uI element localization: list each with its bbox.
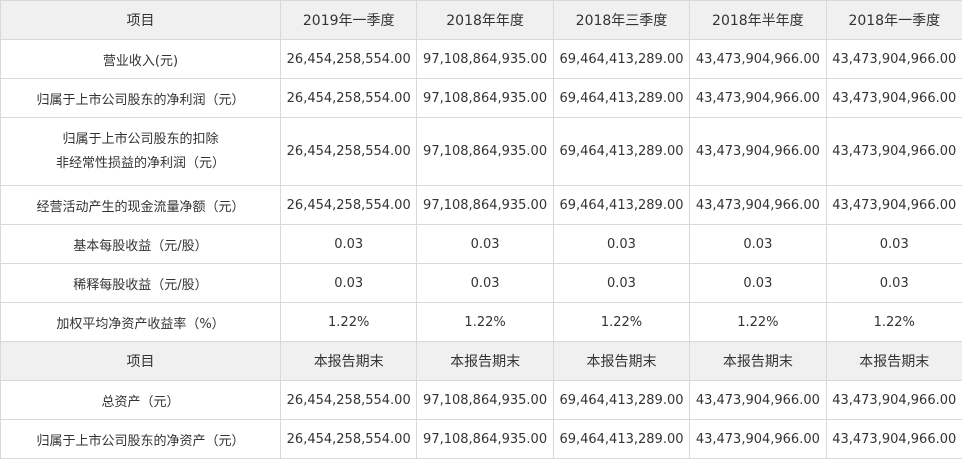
cell-value: 43,473,904,966.00: [825, 78, 962, 118]
header-row: 项目 2019年一季度 2018年年度 2018年三季度 2018年半年度 20…: [0, 0, 962, 40]
cell-value: 69,464,413,289.00: [552, 185, 691, 225]
header-period: 本报告期末: [825, 341, 962, 381]
header-period: 本报告期末: [689, 341, 827, 381]
cell-value: 97,108,864,935.00: [416, 78, 554, 118]
financial-summary-table: 项目 2019年一季度 2018年年度 2018年三季度 2018年半年度 20…: [0, 0, 962, 459]
cell-value: 26,454,258,554.00: [279, 78, 418, 118]
cell-value: 97,108,864,935.00: [416, 380, 554, 420]
cell-value: 69,464,413,289.00: [552, 39, 691, 79]
row-label-line: 归属于上市公司股东的扣除: [62, 131, 219, 147]
cell-value: 26,454,258,554.00: [279, 117, 418, 186]
table-row: 基本每股收益（元/股） 0.03 0.03 0.03 0.03 0.03: [0, 224, 962, 264]
row-label: 归属于上市公司股东的扣除 非经常性损益的净利润（元）: [0, 117, 281, 186]
cell-value: 43,473,904,966.00: [825, 117, 962, 186]
header-period: 本报告期末: [552, 341, 691, 381]
header-item-label: 项目: [0, 341, 281, 381]
row-label: 加权平均净资产收益率（%）: [0, 302, 281, 342]
cell-value: 1.22%: [689, 302, 827, 342]
cell-value: 43,473,904,966.00: [689, 78, 827, 118]
row-label: 经营活动产生的现金流量净额（元）: [0, 185, 281, 225]
cell-value: 1.22%: [416, 302, 554, 342]
cell-value: 43,473,904,966.00: [689, 380, 827, 420]
cell-value: 0.03: [689, 263, 827, 303]
cell-value: 1.22%: [279, 302, 418, 342]
row-label: 总资产（元）: [0, 380, 281, 420]
cell-value: 0.03: [279, 224, 418, 264]
balance-header-row: 项目 本报告期末 本报告期末 本报告期末 本报告期末 本报告期末: [0, 341, 962, 381]
cell-value: 97,108,864,935.00: [416, 419, 554, 459]
cell-value: 43,473,904,966.00: [825, 419, 962, 459]
cell-value: 0.03: [416, 224, 554, 264]
header-period: 2018年半年度: [689, 0, 827, 40]
cell-value: 43,473,904,966.00: [825, 185, 962, 225]
cell-value: 43,473,904,966.00: [689, 185, 827, 225]
cell-value: 69,464,413,289.00: [552, 380, 691, 420]
cell-value: 43,473,904,966.00: [825, 380, 962, 420]
cell-value: 26,454,258,554.00: [279, 39, 418, 79]
cell-value: 69,464,413,289.00: [552, 78, 691, 118]
row-label: 归属于上市公司股东的净资产（元）: [0, 419, 281, 459]
cell-value: 26,454,258,554.00: [279, 380, 418, 420]
table-row: 归属于上市公司股东的扣除 非经常性损益的净利润（元） 26,454,258,55…: [0, 117, 962, 186]
header-period: 本报告期末: [279, 341, 418, 381]
table-row: 经营活动产生的现金流量净额（元） 26,454,258,554.00 97,10…: [0, 185, 962, 225]
table-row: 归属于上市公司股东的净资产（元） 26,454,258,554.00 97,10…: [0, 419, 962, 459]
cell-value: 0.03: [689, 224, 827, 264]
table-row: 稀释每股收益（元/股） 0.03 0.03 0.03 0.03 0.03: [0, 263, 962, 303]
cell-value: 26,454,258,554.00: [279, 185, 418, 225]
header-period: 本报告期末: [416, 341, 554, 381]
cell-value: 43,473,904,966.00: [689, 117, 827, 186]
cell-value: 0.03: [825, 263, 962, 303]
cell-value: 97,108,864,935.00: [416, 39, 554, 79]
cell-value: 43,473,904,966.00: [689, 39, 827, 79]
header-period: 2018年三季度: [552, 0, 691, 40]
cell-value: 43,473,904,966.00: [689, 419, 827, 459]
row-label-line: 非经常性损益的净利润（元）: [55, 155, 225, 171]
cell-value: 0.03: [416, 263, 554, 303]
table-row: 加权平均净资产收益率（%） 1.22% 1.22% 1.22% 1.22% 1.…: [0, 302, 962, 342]
cell-value: 0.03: [825, 224, 962, 264]
cell-value: 97,108,864,935.00: [416, 117, 554, 186]
cell-value: 69,464,413,289.00: [552, 117, 691, 186]
row-label: 基本每股收益（元/股）: [0, 224, 281, 264]
cell-value: 26,454,258,554.00: [279, 419, 418, 459]
cell-value: 0.03: [552, 263, 691, 303]
cell-value: 1.22%: [552, 302, 691, 342]
cell-value: 0.03: [279, 263, 418, 303]
cell-value: 43,473,904,966.00: [825, 39, 962, 79]
row-label: 归属于上市公司股东的净利润（元）: [0, 78, 281, 118]
row-label: 营业收入(元): [0, 39, 281, 79]
cell-value: 69,464,413,289.00: [552, 419, 691, 459]
table-row: 总资产（元） 26,454,258,554.00 97,108,864,935.…: [0, 380, 962, 420]
header-period: 2019年一季度: [279, 0, 418, 40]
header-period: 2018年一季度: [825, 0, 962, 40]
cell-value: 0.03: [552, 224, 691, 264]
cell-value: 1.22%: [825, 302, 962, 342]
header-period: 2018年年度: [416, 0, 554, 40]
table-row: 归属于上市公司股东的净利润（元） 26,454,258,554.00 97,10…: [0, 78, 962, 118]
table-row: 营业收入(元) 26,454,258,554.00 97,108,864,935…: [0, 39, 962, 79]
cell-value: 97,108,864,935.00: [416, 185, 554, 225]
header-item-label: 项目: [0, 0, 281, 40]
row-label: 稀释每股收益（元/股）: [0, 263, 281, 303]
